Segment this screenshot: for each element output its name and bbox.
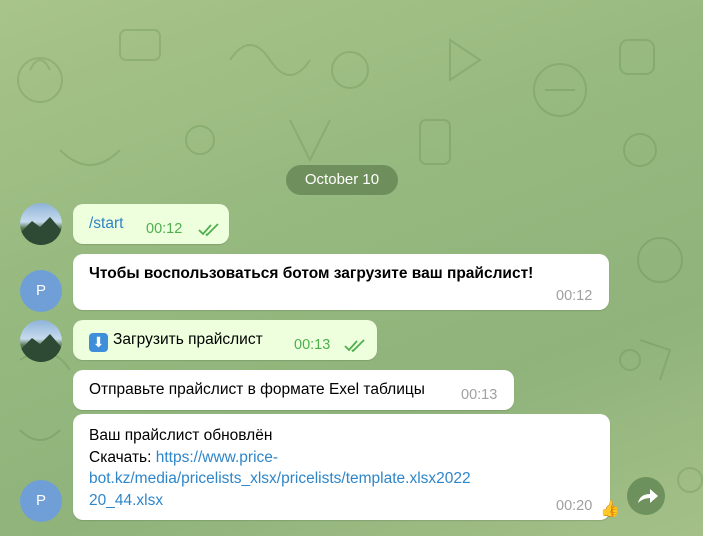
avatar-landscape-icon bbox=[20, 217, 62, 245]
date-separator: October 10 bbox=[286, 165, 398, 195]
message-outgoing-start[interactable]: /start 00:12 bbox=[73, 204, 229, 244]
message-body: Ваш прайслист обновлён Скачать: https://… bbox=[89, 425, 471, 511]
message-incoming-instruction[interactable]: Чтобы воспользоваться ботом загрузите ва… bbox=[73, 254, 609, 310]
message-outgoing-upload[interactable]: ⬇ Загрузить прайслист 00:13 bbox=[73, 320, 377, 360]
bot-avatar[interactable]: P bbox=[20, 480, 62, 522]
share-arrow-icon bbox=[638, 489, 658, 503]
double-check-icon bbox=[344, 339, 365, 353]
message-text-wrap: ⬇ Загрузить прайслист bbox=[89, 331, 263, 352]
pricelist-link-end[interactable]: 20_44.xlsx bbox=[89, 492, 163, 509]
message-time: 00:20 bbox=[556, 498, 593, 514]
pricelist-link-cont[interactable]: bot.kz/media/pricelists_xlsx/pricelists/… bbox=[89, 470, 471, 487]
message-time: 00:12 bbox=[556, 288, 593, 304]
message-time: 00:13 bbox=[294, 337, 331, 353]
avatar-initial: P bbox=[35, 282, 46, 299]
download-line: Скачать: https://www.price- bbox=[89, 447, 471, 469]
double-check-icon bbox=[198, 223, 219, 237]
user-avatar[interactable] bbox=[20, 320, 62, 362]
message-text: Отправьте прайслист в формате Exel табли… bbox=[89, 381, 425, 398]
message-incoming-format[interactable]: Отправьте прайслист в формате Exel табли… bbox=[73, 370, 514, 410]
thumbs-up-reaction[interactable]: 👍 bbox=[600, 499, 620, 519]
pricelist-link[interactable]: https://www.price- bbox=[156, 449, 278, 466]
download-label: Скачать: bbox=[89, 448, 156, 466]
message-text: Загрузить прайслист bbox=[113, 331, 263, 348]
avatar-initial: P bbox=[35, 492, 46, 509]
avatar-landscape-icon bbox=[20, 334, 62, 362]
message-text: Чтобы воспользоваться ботом загрузите ва… bbox=[89, 265, 534, 282]
bot-command[interactable]: /start bbox=[89, 215, 123, 233]
down-arrow-icon: ⬇ bbox=[89, 333, 108, 352]
bot-avatar[interactable]: P bbox=[20, 270, 62, 312]
message-incoming-updated[interactable]: Ваш прайслист обновлён Скачать: https://… bbox=[73, 414, 620, 520]
message-time: 00:13 bbox=[461, 387, 498, 403]
user-avatar[interactable] bbox=[20, 203, 62, 245]
share-button[interactable] bbox=[627, 477, 665, 515]
message-time: 00:12 bbox=[146, 221, 183, 237]
message-line: Ваш прайслист обновлён bbox=[89, 427, 273, 444]
